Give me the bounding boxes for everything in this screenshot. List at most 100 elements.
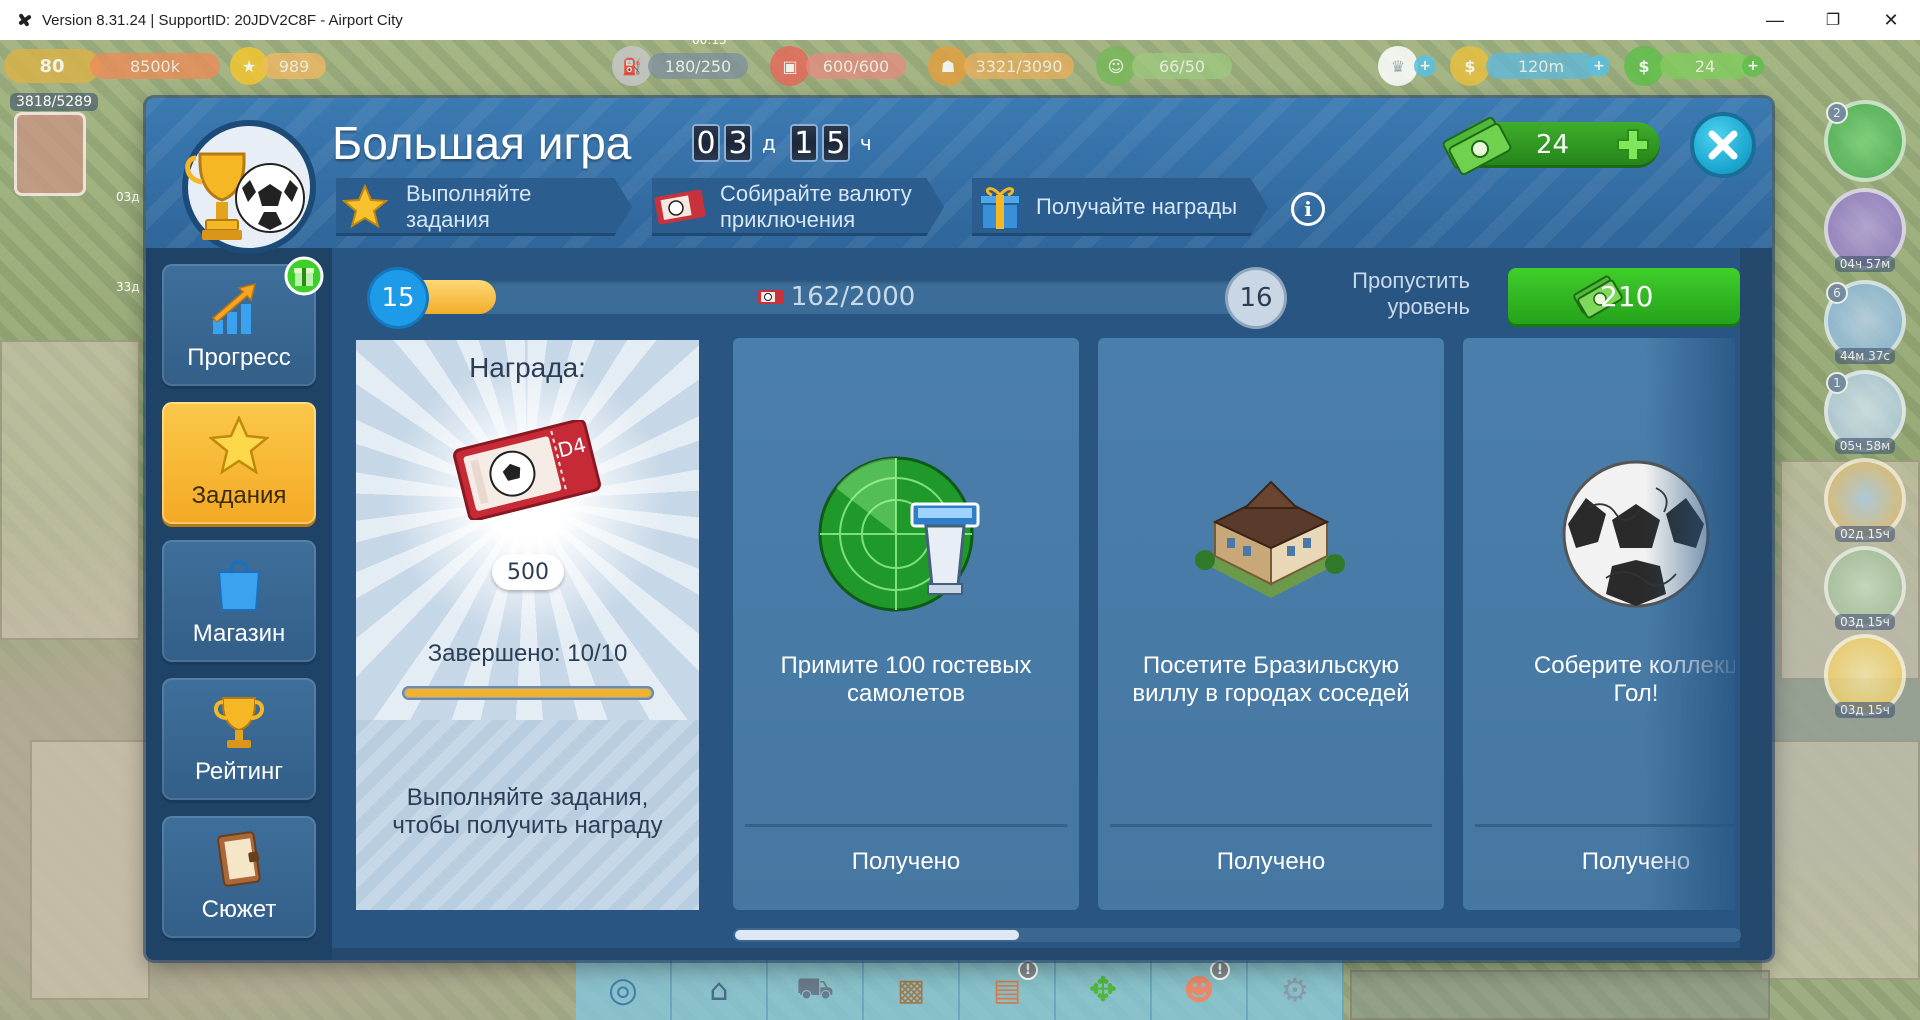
reward-completed-text: Завершено: 10/10 bbox=[427, 640, 628, 667]
friends-button[interactable]: ☻! bbox=[1152, 960, 1248, 1020]
cargo-icon: ▣ bbox=[770, 46, 810, 86]
journal-icon[interactable] bbox=[14, 112, 86, 196]
event-sidebar: Прогресс Задания Магазин Рейтинг Сюжет bbox=[146, 248, 332, 960]
airdollar-counter[interactable]: 24 bbox=[1660, 53, 1750, 79]
timer-label: 44м 37с bbox=[1834, 348, 1895, 364]
countdown-digit: 1 bbox=[789, 124, 818, 162]
sidebar-item-label: Прогресс bbox=[187, 344, 291, 371]
trophy-football-icon bbox=[182, 120, 316, 254]
sidebar-item-shop[interactable]: Магазин bbox=[162, 540, 316, 662]
world-map-button[interactable]: ◎ bbox=[576, 960, 672, 1020]
task-card[interactable]: Посетите Бразильскую виллу в городах сосе… bbox=[1098, 338, 1444, 910]
restore-button[interactable]: ❐ bbox=[1804, 0, 1862, 40]
skip-level-cost: 210 bbox=[1600, 280, 1654, 313]
task-status: Получено bbox=[1216, 848, 1326, 875]
airplane-app-icon bbox=[16, 11, 34, 29]
trophy-icon bbox=[214, 697, 264, 748]
alert-badge-icon: ! bbox=[1210, 960, 1230, 980]
skip-level-button[interactable]: 210 bbox=[1508, 268, 1740, 324]
timer-label: 03д 15ч bbox=[1835, 702, 1895, 718]
close-event-button[interactable] bbox=[1690, 112, 1756, 178]
ticket-icon bbox=[654, 189, 706, 225]
hangar-button[interactable]: ⌂ bbox=[672, 960, 768, 1020]
minimize-button[interactable]: — bbox=[1746, 0, 1804, 40]
alert-badge-icon: ! bbox=[1018, 960, 1038, 980]
stars-counter[interactable]: 989 bbox=[262, 53, 326, 79]
plus-icon[interactable] bbox=[1616, 128, 1650, 162]
scrollbar-thumb[interactable] bbox=[735, 930, 1019, 940]
level-progress-text: 162/2000 bbox=[790, 282, 916, 312]
countdown-digit: 3 bbox=[724, 124, 752, 162]
airdollar-balance[interactable]: 24 bbox=[1442, 117, 1660, 175]
current-level-badge: 15 bbox=[370, 270, 426, 326]
gauge-shortcut[interactable]: 1 05ч 58м bbox=[1824, 370, 1906, 454]
task-description: Примите 100 гостевых самолетов bbox=[739, 652, 1073, 708]
shuttle-shortcut[interactable]: 04ч 57м bbox=[1824, 188, 1906, 272]
window-title: Version 8.31.24 | SupportID: 20JDV2C8F -… bbox=[42, 11, 403, 29]
settings-button[interactable]: ⚙ bbox=[1248, 960, 1344, 1020]
money-counter[interactable]: 120m bbox=[1486, 53, 1596, 79]
hint-line: задания bbox=[406, 207, 490, 232]
population-counter: 3818/5289 bbox=[10, 93, 98, 111]
move-button[interactable]: ✥ bbox=[1056, 960, 1152, 1020]
sidebar-item-rating[interactable]: Рейтинг bbox=[162, 678, 316, 800]
task-card[interactable]: Примите 100 гостевых самолетов Получено bbox=[733, 338, 1079, 910]
radar-tower-shortcut[interactable]: 2 bbox=[1824, 100, 1906, 182]
workers-icon: ☺ bbox=[1096, 46, 1136, 86]
workers-counter[interactable]: 66/50 bbox=[1132, 53, 1232, 79]
next-level-badge: 16 bbox=[1228, 270, 1284, 326]
gear-icon: ⚙ bbox=[1280, 971, 1310, 1009]
plus-icon[interactable]: + bbox=[1588, 55, 1610, 77]
hangar-icon: ⌂ bbox=[709, 972, 729, 1008]
crate-icon: ▩ bbox=[896, 972, 926, 1008]
reward-progress-bar bbox=[402, 686, 654, 700]
shop-cart-button[interactable]: ⛟ bbox=[768, 960, 864, 1020]
sidebar-item-label: Магазин bbox=[192, 620, 286, 647]
radar-shortcut[interactable]: 6 44м 37с bbox=[1824, 280, 1906, 364]
crown-icon[interactable]: ♛ bbox=[1378, 46, 1418, 86]
info-button[interactable]: i bbox=[1291, 192, 1325, 226]
globe-plane-icon: ◎ bbox=[608, 970, 638, 1010]
ticket-shortcut[interactable]: 03д 15ч bbox=[1824, 634, 1906, 718]
task-description: Посетите Бразильскую виллу в городах сосе… bbox=[1104, 652, 1438, 708]
passengers-counter[interactable]: 3321/3090 bbox=[964, 53, 1074, 79]
skip-level-label: Пропустить уровень bbox=[1310, 268, 1470, 320]
city-building bbox=[1760, 740, 1920, 980]
building-shortcut[interactable]: 02д 15ч bbox=[1824, 458, 1906, 542]
fuel-group: 00:13 180/250 bbox=[648, 33, 748, 79]
cash-stack-icon bbox=[1442, 117, 1512, 175]
hud-resources: ⛽ 00:13 180/250 ▣ 600/600 ☗ 3321/3090 ☺ … bbox=[612, 33, 1232, 86]
city-shortcut[interactable]: 03д 15ч bbox=[1824, 546, 1906, 630]
sidebar-item-label: Рейтинг bbox=[194, 758, 284, 785]
close-window-button[interactable]: ✕ bbox=[1862, 0, 1920, 40]
level-progress-label: 162/2000 bbox=[406, 280, 1266, 314]
plus-icon[interactable]: + bbox=[1742, 55, 1764, 77]
cargo-counter[interactable]: 600/600 bbox=[806, 53, 906, 79]
sidebar-item-tasks[interactable]: Задания bbox=[162, 402, 316, 524]
skip-label-line: уровень bbox=[1387, 294, 1470, 319]
timer-label: 02д 15ч bbox=[1835, 526, 1895, 542]
cart-icon: ⛟ bbox=[796, 970, 834, 1006]
coins-counter[interactable]: 8500k bbox=[90, 53, 220, 79]
level-badge[interactable]: 80 bbox=[4, 49, 100, 83]
football-ticket-icon: D4 bbox=[453, 420, 601, 520]
population-group: 3818/5289 bbox=[10, 92, 98, 112]
fuel-counter[interactable]: 180/250 bbox=[648, 53, 748, 79]
storage-button[interactable]: ▩ bbox=[864, 960, 960, 1020]
scroll-fade bbox=[1645, 338, 1735, 912]
sidebar-item-label: Задания bbox=[191, 482, 287, 509]
chest-button[interactable]: ▤! bbox=[960, 960, 1056, 1020]
reward-description-line: Выполняйте задания, bbox=[406, 784, 649, 811]
sidebar-item-progress[interactable]: Прогресс bbox=[162, 256, 324, 386]
plus-icon[interactable]: + bbox=[1414, 55, 1436, 77]
event-countdown: 0 3 д 1 5 ч bbox=[692, 124, 882, 162]
progress-chart-icon bbox=[211, 282, 257, 334]
bottom-toolbar: ◎ ⌂ ⛟ ▩ ▤! ✥ ☻! ⚙ bbox=[576, 960, 1344, 1020]
sidebar-item-story[interactable]: Сюжет bbox=[162, 816, 316, 938]
reward-quantity: 500 bbox=[492, 554, 564, 590]
window-titlebar: Version 8.31.24 | SupportID: 20JDV2C8F -… bbox=[0, 0, 1920, 40]
close-icon bbox=[1708, 130, 1738, 160]
task-line: Примите 100 гостевых bbox=[780, 652, 1032, 679]
horizontal-scrollbar[interactable] bbox=[733, 928, 1741, 942]
task-cards-scroller[interactable]: Примите 100 гостевых самолетов Получено П… bbox=[733, 338, 1735, 912]
